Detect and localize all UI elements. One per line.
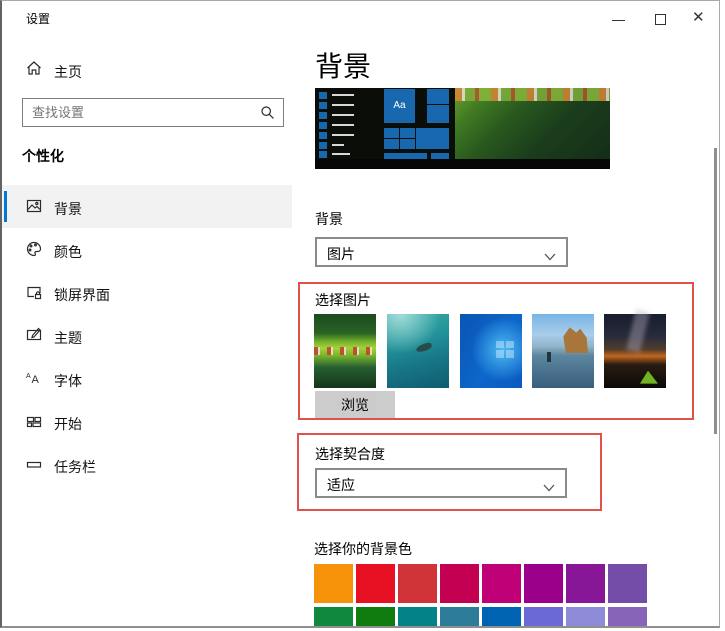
preview-tile (384, 139, 399, 149)
preview-menu-square (319, 122, 327, 129)
preview-tile-aa: Aa (384, 89, 415, 123)
background-type-value: 图片 (327, 244, 355, 264)
color-swatch-row-2 (314, 607, 647, 628)
choose-fit-label: 选择契合度 (315, 444, 385, 464)
choose-color-label: 选择你的背景色 (314, 539, 412, 559)
preview-menu-line (332, 134, 354, 136)
preview-tile (384, 128, 399, 138)
preview-menu-line (332, 94, 354, 96)
color-swatch[interactable] (524, 607, 563, 628)
color-swatch[interactable] (566, 607, 605, 628)
beach-rock-stacks-wallpaper-thumbnail[interactable] (532, 314, 594, 388)
color-swatch[interactable] (524, 564, 563, 603)
preview-menu-square (319, 142, 327, 149)
preview-tile (400, 139, 415, 149)
page-title: 背景 (315, 45, 371, 85)
color-swatch[interactable] (608, 564, 647, 603)
night-sky-tent-wallpaper-thumbnail[interactable] (604, 314, 666, 388)
preview-menu-line (332, 114, 354, 116)
color-swatch[interactable] (482, 564, 521, 603)
preview-menu-square (319, 112, 327, 119)
preview-tile (400, 128, 415, 138)
color-swatch[interactable] (482, 607, 521, 628)
preview-tile (416, 128, 449, 149)
chevron-down-icon (544, 248, 556, 264)
background-type-dropdown[interactable]: 图片 (315, 237, 568, 267)
color-swatch[interactable] (314, 607, 353, 628)
underwater-swimmer-wallpaper-thumbnail[interactable] (387, 314, 449, 388)
preview-wallpaper (455, 88, 610, 159)
color-swatch[interactable] (398, 564, 437, 603)
main-content: 背景 Aa (2, 1, 720, 628)
fit-value: 适应 (327, 475, 355, 495)
color-swatch[interactable] (608, 607, 647, 628)
vertical-scrollbar[interactable] (714, 148, 717, 434)
windows-default-blue-wallpaper-thumbnail[interactable] (460, 314, 522, 388)
color-swatch[interactable] (440, 564, 479, 603)
settings-window: 设置 ✕ 主页 个性化 背景 (0, 0, 720, 628)
color-swatch[interactable] (566, 564, 605, 603)
color-swatch[interactable] (440, 607, 479, 628)
desktop-preview: Aa (315, 88, 610, 169)
preview-menu-line (332, 144, 344, 146)
background-label: 背景 (315, 209, 343, 229)
preview-menu-square (319, 132, 327, 139)
preview-menu-square (319, 92, 327, 99)
color-swatch[interactable] (356, 607, 395, 628)
preview-taskbar (315, 159, 610, 169)
color-swatch[interactable] (314, 564, 353, 603)
color-swatch[interactable] (398, 607, 437, 628)
choose-picture-label: 选择图片 (315, 290, 371, 310)
preview-menu-line (332, 124, 354, 126)
browse-button[interactable]: 浏览 (315, 391, 395, 419)
preview-tile (427, 105, 449, 123)
color-swatch[interactable] (356, 564, 395, 603)
color-swatch-row-1 (314, 564, 647, 603)
preview-menu-square (319, 151, 327, 158)
preview-menu-line (332, 153, 350, 155)
fit-dropdown[interactable]: 适应 (315, 468, 567, 498)
chevron-down-icon (543, 479, 555, 495)
preview-menu-line (332, 104, 354, 106)
green-valley-reflection-wallpaper-thumbnail[interactable] (314, 314, 376, 388)
preview-tile (427, 89, 449, 104)
preview-menu-square (319, 102, 327, 109)
